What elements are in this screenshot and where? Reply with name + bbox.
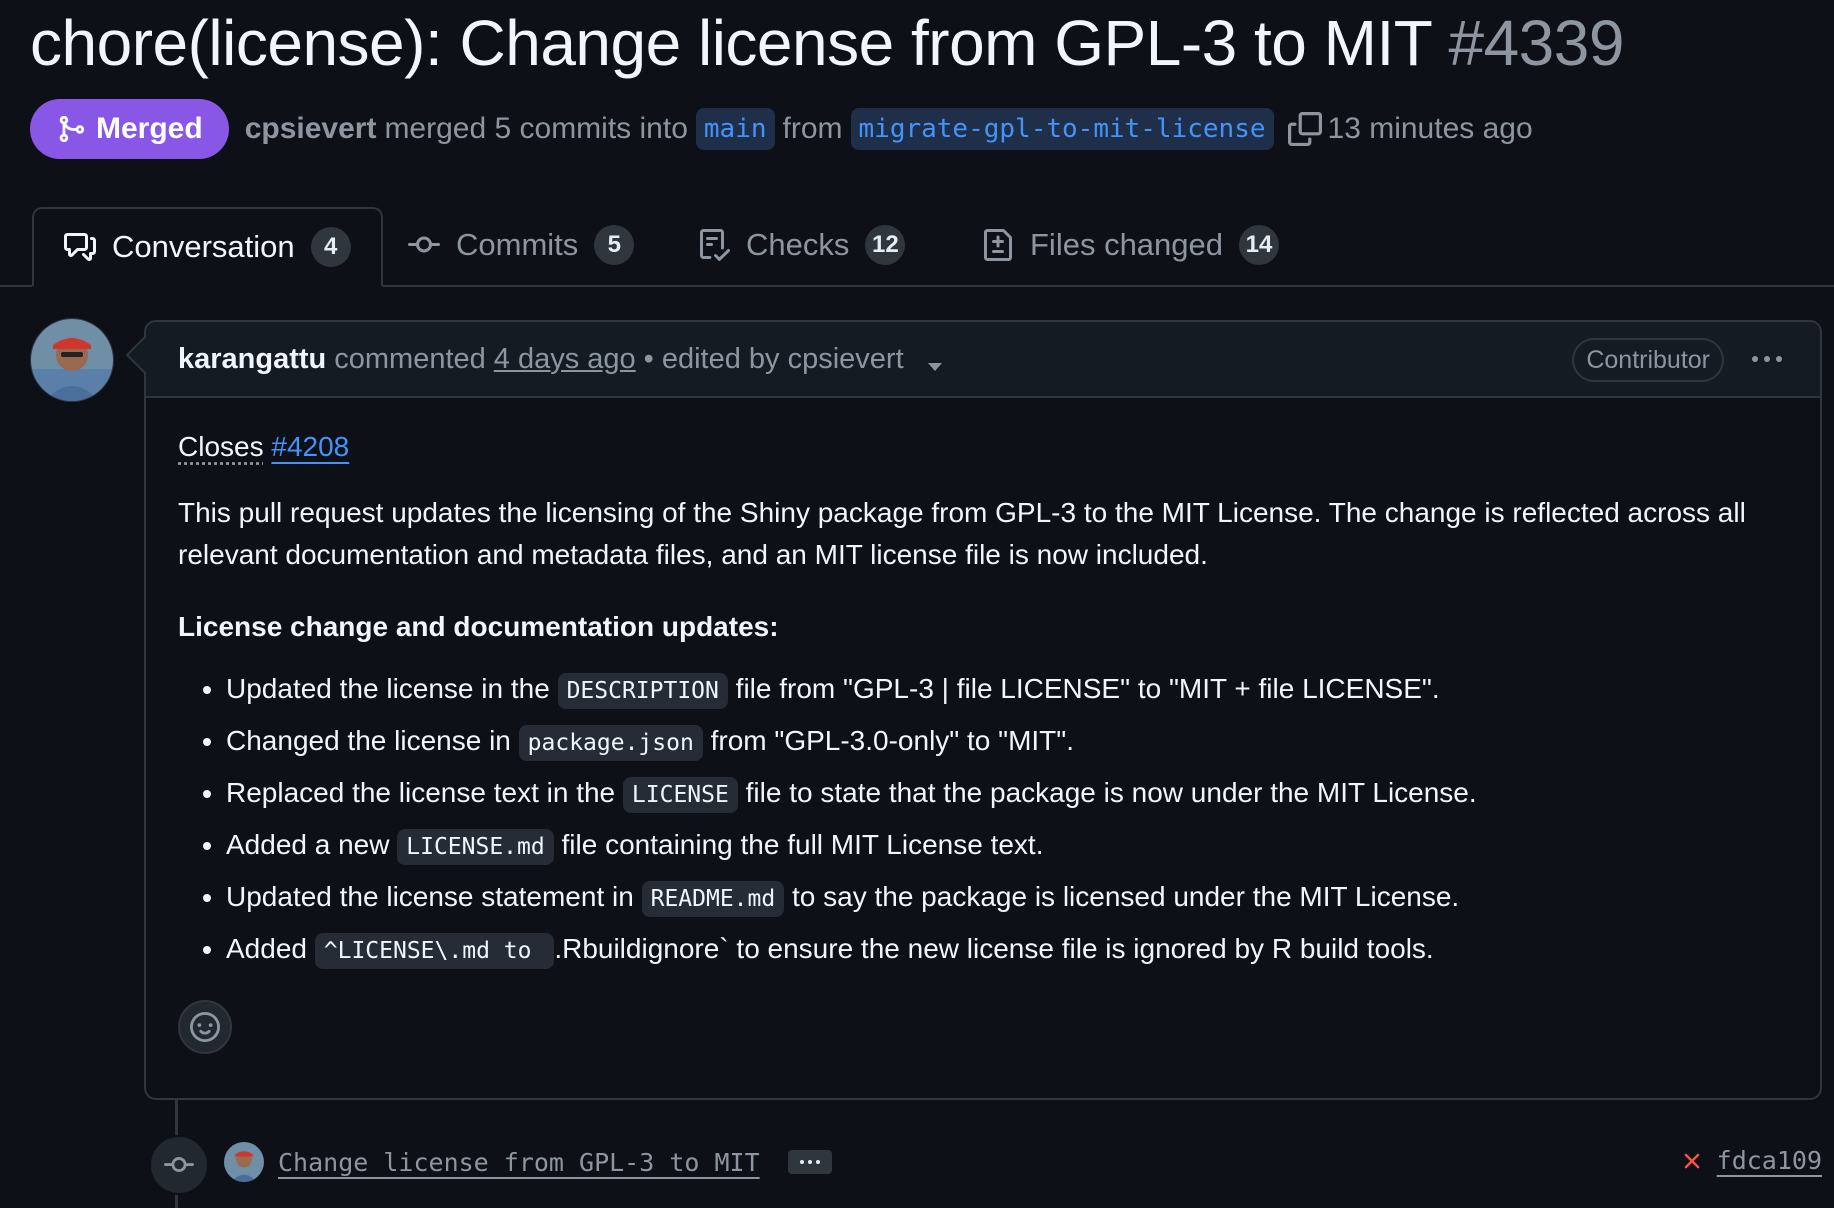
inline-code: DESCRIPTION <box>557 673 728 709</box>
changes-list: Updated the license in the DESCRIPTION f… <box>178 668 1788 972</box>
bullet-text: file containing the full MIT License tex… <box>561 829 1044 860</box>
checklist-icon <box>700 229 730 261</box>
commit-row: Change license from GPL-3 to MIT <box>224 1140 832 1184</box>
tab-checks-count: 12 <box>865 225 906 265</box>
commit-message-link[interactable]: Change license from GPL-3 to MIT <box>278 1148 760 1177</box>
bullet-text: from "GPL-3.0-only" to "MIT". <box>710 725 1075 756</box>
pr-title-text: chore(license): Change license from GPL-… <box>30 7 1432 79</box>
tab-commits-label: Commits <box>456 227 579 262</box>
head-branch-link[interactable]: migrate-gpl-to-mit-license <box>850 108 1274 150</box>
tab-conversation-label: Conversation <box>112 229 295 264</box>
add-reaction-button[interactable] <box>178 1000 232 1054</box>
comment-separator: • <box>643 342 654 375</box>
comment-header: karangattu commented 4 days ago • edited… <box>146 322 1820 398</box>
comment-discussion-icon <box>64 233 96 261</box>
inline-code: README.md <box>641 881 785 917</box>
closes-line: Closes #4208 <box>178 426 1788 468</box>
bullet-text: Added <box>226 933 307 964</box>
comment-options-button[interactable] <box>1752 342 1782 376</box>
list-item: Replaced the license text in the LICENSE… <box>226 772 1788 816</box>
copy-icon <box>1287 112 1322 146</box>
list-item: Updated the license in the DESCRIPTION f… <box>226 668 1788 712</box>
from-text: from <box>782 112 843 145</box>
tab-checks-label: Checks <box>746 227 850 262</box>
x-icon[interactable] <box>1679 1148 1705 1174</box>
kebab-horizontal-icon <box>799 1160 804 1164</box>
bullet-text: Replaced the license text in the <box>226 777 616 808</box>
timeline-commit-node <box>149 1135 209 1195</box>
tab-conversation[interactable]: Conversation 4 <box>32 207 383 287</box>
merged-status-label: Merged <box>96 112 203 145</box>
pr-number: #4339 <box>1448 7 1624 79</box>
merge-time: 13 minutes ago <box>1327 112 1533 145</box>
tab-files-changed-count: 14 <box>1239 225 1280 265</box>
base-branch-link[interactable]: main <box>695 108 775 150</box>
inline-code: package.json <box>518 725 703 761</box>
bullet-text: to say the package is licensed under the… <box>792 881 1460 912</box>
comment-author-link[interactable]: karangattu <box>178 343 326 376</box>
pr-title: chore(license): Change license from GPL-… <box>30 6 1624 80</box>
tab-commits-count: 5 <box>594 225 635 265</box>
inline-code: LICENSE.md <box>397 829 554 865</box>
list-item: Added ^LICENSE\.md to .Rbuildignore` to … <box>226 928 1788 972</box>
edit-history-button[interactable]: edited by cpsievert <box>662 343 942 376</box>
commit-sha-link[interactable]: fdca109 <box>1717 1146 1822 1175</box>
closes-label: Closes <box>178 431 264 462</box>
commit-author-avatar[interactable] <box>224 1142 264 1182</box>
edited-by-text: edited by cpsievert <box>661 342 904 375</box>
merge-description: merged 5 commits into <box>384 112 688 145</box>
list-item: Updated the license statement in README.… <box>226 876 1788 920</box>
git-commit-icon <box>408 236 440 253</box>
copy-branch-button[interactable] <box>1287 112 1322 146</box>
git-commit-icon <box>164 1157 194 1173</box>
pr-description-comment: karangattu commented 4 days ago • edited… <box>144 320 1822 1100</box>
inline-code: ^LICENSE\.md to <box>314 933 555 969</box>
contributor-badge: Contributor <box>1572 338 1724 382</box>
bullet-text: Updated the license in the <box>226 673 550 704</box>
list-item: Added a new LICENSE.md file containing t… <box>226 824 1788 868</box>
tab-checks[interactable]: Checks 12 <box>698 205 906 285</box>
tab-files-changed-label: Files changed <box>1030 227 1224 262</box>
closes-issue-link[interactable]: #4208 <box>271 431 349 462</box>
pr-meta: Merged cpsievert merged 5 commits into m… <box>30 98 1533 160</box>
pr-tabs: Conversation 4 Commits 5 Checks 12 Files… <box>0 205 1834 287</box>
bullet-text: .Rbuildignore` to ensure the new license… <box>554 933 1434 964</box>
expand-commit-button[interactable] <box>787 1150 832 1174</box>
file-diff-icon <box>984 229 1012 261</box>
kebab-horizontal-icon <box>1752 356 1758 362</box>
comment-time-link[interactable]: 4 days ago <box>494 343 636 376</box>
tab-conversation-count: 4 <box>310 227 351 267</box>
bullet-text: Updated the license statement in <box>226 881 634 912</box>
merger-link[interactable]: cpsievert <box>245 112 377 146</box>
bullet-text: file from "GPL-3 | file LICENSE" to "MIT… <box>735 673 1440 704</box>
bullet-text: file to state that the package is now un… <box>745 777 1477 808</box>
comment-body: Closes #4208 This pull request updates t… <box>178 426 1788 980</box>
tab-commits[interactable]: Commits 5 <box>408 205 635 285</box>
tab-files-changed[interactable]: Files changed 14 <box>982 205 1280 285</box>
smiley-icon <box>190 1012 220 1042</box>
bullet-text: Changed the license in <box>226 725 511 756</box>
section-heading: License change and documentation updates… <box>178 611 779 642</box>
commit-status-and-sha: fdca109 <box>1679 1146 1822 1175</box>
intro-paragraph: This pull request updates the licensing … <box>178 497 1746 570</box>
merged-status-badge: Merged <box>30 99 229 159</box>
list-item: Changed the license in package.json from… <box>226 720 1788 764</box>
inline-code: LICENSE <box>622 777 738 813</box>
comment-action: commented <box>334 342 486 375</box>
chevron-down-icon <box>927 362 942 371</box>
bullet-text: Added a new <box>226 829 390 860</box>
git-merge-icon <box>59 115 85 143</box>
comment-author-avatar[interactable] <box>30 318 114 402</box>
